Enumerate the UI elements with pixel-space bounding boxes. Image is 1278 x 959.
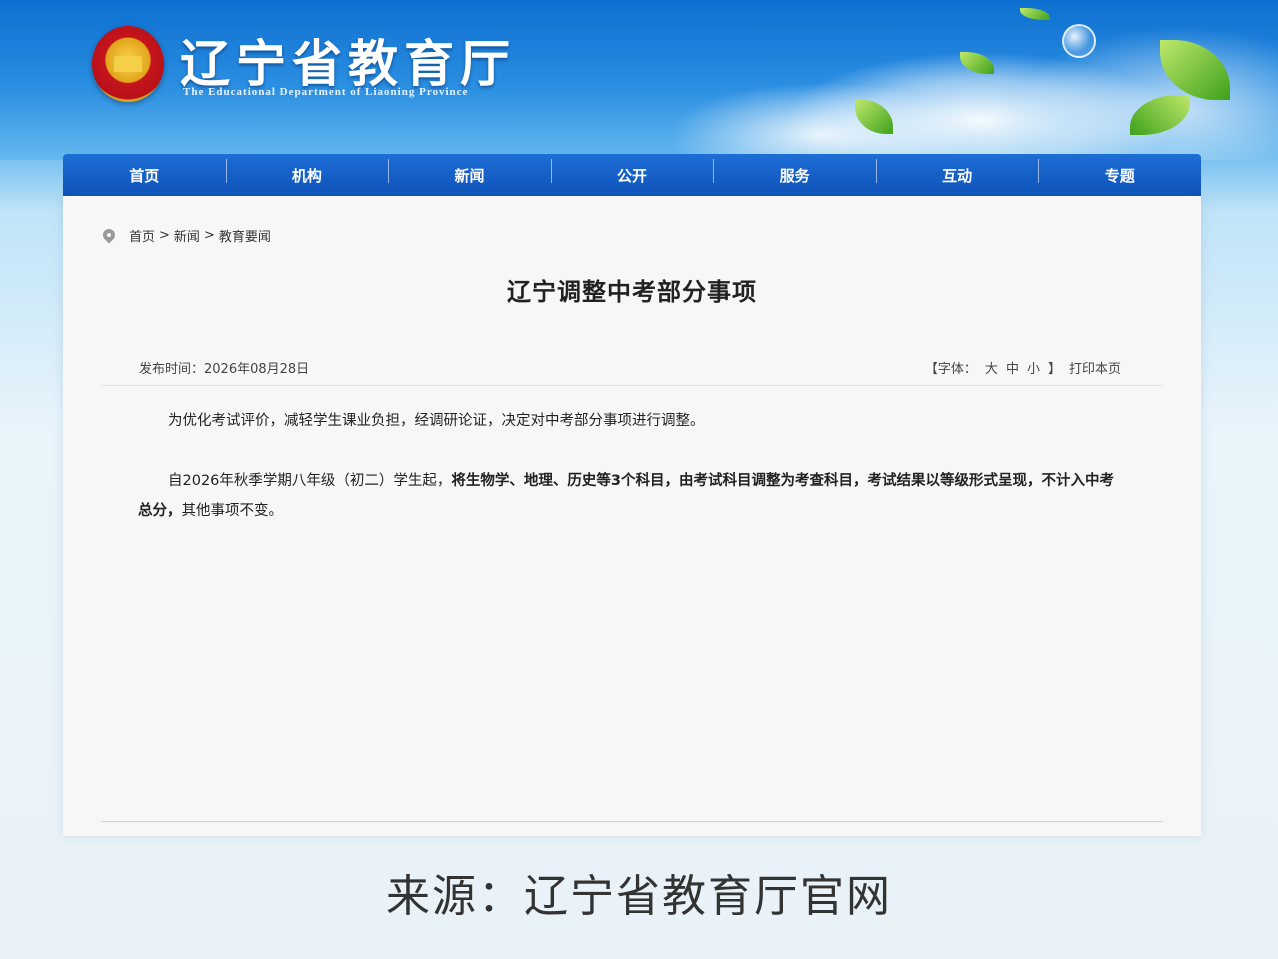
content-panel: 首页 > 新闻 > 教育要闻 辽宁调整中考部分事项 发布时间：2026年08月2… (63, 196, 1201, 836)
site-subtitle: The Educational Department of Liaoning P… (183, 86, 469, 98)
font-medium-button[interactable]: 中 (1006, 358, 1019, 377)
breadcrumb-home[interactable]: 首页 (129, 226, 155, 245)
plant-leaf-icon (1130, 95, 1190, 135)
location-pin-icon (103, 229, 115, 243)
font-large-button[interactable]: 大 (985, 358, 998, 377)
paragraph-lead: 自2026年秋季学期八年级（初二）学生起， (168, 473, 452, 489)
article-meta: 发布时间：2026年08月28日 【字体： 大 中 小 】 打印本页 (101, 356, 1163, 386)
source-caption: 来源：辽宁省教育厅官网 (386, 871, 892, 922)
breadcrumb-separator: > (203, 228, 215, 243)
leaf-decoration-icon (855, 100, 893, 134)
site-banner: 辽宁省教育厅 The Educational Department of Lia… (0, 0, 1278, 160)
article-tools: 【字体： 大 中 小 】 打印本页 (925, 358, 1121, 377)
nav-item-services[interactable]: 服务 (713, 158, 876, 186)
font-small-button[interactable]: 小 (1027, 358, 1040, 377)
divider (101, 821, 1163, 822)
paragraph-tail: 其他事项不变。 (181, 503, 284, 519)
nav-item-public[interactable]: 公开 (550, 158, 714, 186)
breadcrumb-separator: > (159, 228, 170, 243)
article-title: 辽宁调整中考部分事项 (507, 278, 757, 306)
breadcrumb-education-news[interactable]: 教育要闻 (219, 226, 271, 245)
plant-leaf-icon (1160, 40, 1230, 100)
article-paragraph: 自2026年秋季学期八年级（初二）学生起，将生物学、地理、历史等3个科目，由考试… (138, 466, 1126, 526)
breadcrumb: 首页 > 新闻 > 教育要闻 (103, 226, 271, 245)
article-paragraph: 为优化考试评价，减轻学生课业负担，经调研论证，决定对中考部分事项进行调整。 (168, 413, 705, 429)
bubble-decoration-icon (1062, 24, 1096, 58)
print-page-button[interactable]: 打印本页 (1069, 358, 1121, 377)
leaf-decoration-icon (960, 52, 994, 74)
nav-item-news[interactable]: 新闻 (388, 158, 551, 186)
main-nav: 首页 机构 新闻 公开 服务 互动 专题 (63, 154, 1201, 196)
font-size-close-bracket: 】 (1047, 362, 1061, 377)
national-emblem-icon (92, 26, 164, 102)
article-body: 为优化考试评价，减轻学生课业负担，经调研论证，决定对中考部分事项进行调整。 自2… (138, 406, 1126, 556)
font-size-label: 【字体： (924, 362, 977, 377)
publish-time: 发布时间：2026年08月28日 (139, 362, 310, 377)
nav-item-topics[interactable]: 专题 (1038, 158, 1201, 186)
leaf-decoration-icon (1020, 8, 1050, 20)
breadcrumb-news[interactable]: 新闻 (174, 226, 200, 245)
nav-item-interaction[interactable]: 互动 (875, 158, 1039, 186)
nav-item-home[interactable]: 首页 (63, 165, 226, 186)
nav-item-organization[interactable]: 机构 (225, 158, 389, 186)
